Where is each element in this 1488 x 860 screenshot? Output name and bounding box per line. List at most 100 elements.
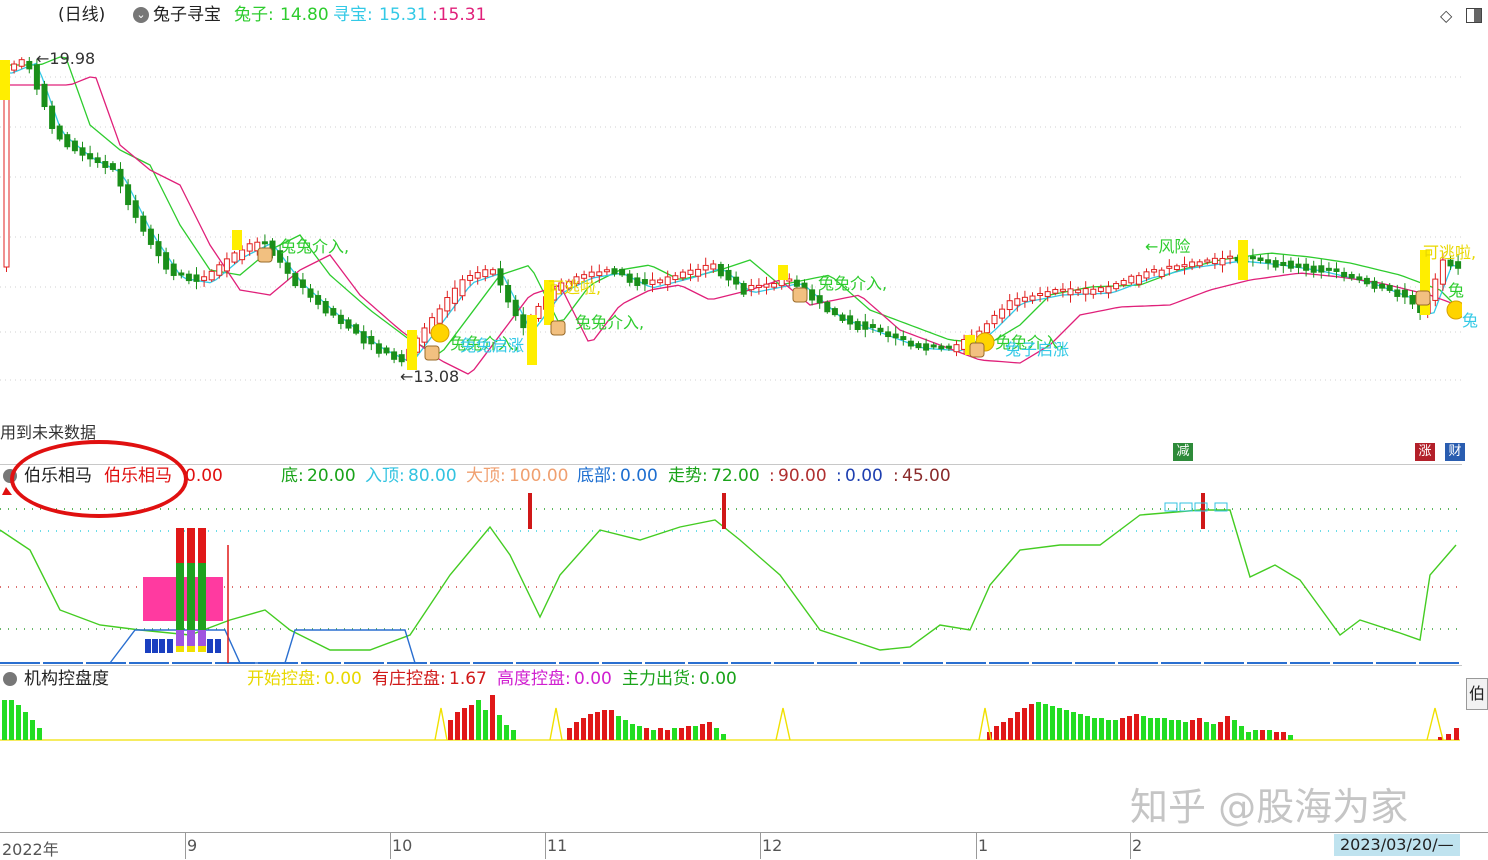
candle-body xyxy=(626,273,633,283)
control-bar xyxy=(1008,718,1013,740)
control-bar xyxy=(1225,716,1230,740)
candle-body xyxy=(315,295,322,305)
control-bar xyxy=(1446,734,1451,740)
reduce-badge[interactable]: 减 xyxy=(1173,443,1193,461)
candle-body xyxy=(1379,283,1386,289)
bole-panel[interactable] xyxy=(0,465,1462,665)
treasure-label: 寻宝: xyxy=(333,5,373,25)
signal-label: 可逃啦, xyxy=(548,278,602,297)
candle-body xyxy=(1166,265,1173,269)
bole-title-value: 0.00 xyxy=(185,466,223,486)
candle-body xyxy=(444,297,451,312)
candle-body xyxy=(193,274,200,282)
candle-body xyxy=(634,277,641,286)
control-bar xyxy=(1176,720,1181,740)
control-bar xyxy=(1085,716,1090,740)
candle-body xyxy=(748,284,755,291)
candle-body xyxy=(231,252,238,263)
side-tab-button[interactable]: 伯 xyxy=(1466,678,1488,710)
candle-body xyxy=(520,314,527,329)
candle-body xyxy=(216,264,223,276)
param-value: 1.67 xyxy=(449,669,487,689)
candle-body xyxy=(459,279,466,297)
control-bar xyxy=(9,700,14,740)
candle-body xyxy=(239,249,246,261)
candle-body xyxy=(482,269,489,278)
candle-body xyxy=(641,279,648,285)
control-bar xyxy=(1169,720,1174,740)
moving-average-line xyxy=(0,56,1459,355)
top-box xyxy=(1164,502,1178,512)
control-bar xyxy=(1260,730,1265,740)
top-box xyxy=(1179,502,1193,512)
candle-body xyxy=(1310,265,1317,273)
param-value: 0.00 xyxy=(845,466,883,486)
candle-body xyxy=(1097,287,1104,292)
control-bar xyxy=(1134,714,1139,740)
signal-bar xyxy=(0,60,10,100)
candle-body xyxy=(1021,296,1028,302)
candle-body xyxy=(109,163,116,170)
candle-body xyxy=(915,343,922,349)
candle-body xyxy=(261,241,268,245)
blue-block xyxy=(145,639,151,653)
panel-layout-icon[interactable] xyxy=(1466,8,1482,23)
signal-bar xyxy=(232,230,242,250)
signal-label: 兔子启涨 xyxy=(1005,340,1070,359)
signal-label: 兔兔介入, xyxy=(280,237,350,256)
price-chart-panel[interactable] xyxy=(0,30,1462,462)
rise-badge[interactable]: 涨 xyxy=(1415,443,1435,461)
control-bar xyxy=(602,710,607,740)
candle-body xyxy=(1014,298,1021,306)
candle-body xyxy=(1318,265,1325,273)
candle-body xyxy=(1181,264,1188,268)
control-bar xyxy=(1141,716,1146,740)
extra-value: :15.31 xyxy=(432,5,487,25)
control-bar xyxy=(714,728,719,740)
param-value: 80.00 xyxy=(408,466,457,486)
signal-bar xyxy=(778,265,788,280)
x-axis xyxy=(0,832,1488,860)
price-chart-svg xyxy=(0,56,1462,381)
hand-icon xyxy=(550,320,566,336)
candle-body xyxy=(49,105,56,129)
control-bar xyxy=(1050,706,1055,740)
candle-body xyxy=(1227,255,1234,259)
low-price-marker: ←13.08 xyxy=(400,367,460,386)
candle-body xyxy=(831,308,838,316)
diamond-icon[interactable]: ◇ xyxy=(1440,6,1452,25)
control-bar xyxy=(721,734,726,740)
indicator-name: 兔子寻宝 xyxy=(153,5,221,25)
signal-column xyxy=(176,646,184,652)
candle-body xyxy=(983,323,990,334)
control-bar xyxy=(1015,712,1020,740)
candle-body xyxy=(740,283,747,295)
signal-column xyxy=(176,630,184,646)
candle-body xyxy=(1173,265,1180,271)
axis-label-month: 1 xyxy=(978,836,989,855)
param-value: 100.00 xyxy=(509,466,569,486)
param-label: : xyxy=(836,466,842,486)
control-bar xyxy=(665,730,670,740)
period-label: (日线) xyxy=(58,5,106,25)
candle-body xyxy=(467,275,474,281)
control-bar xyxy=(1190,720,1195,740)
candle-body xyxy=(1386,285,1393,291)
signal-column xyxy=(198,646,206,652)
candle-body xyxy=(1371,280,1378,289)
signal-column xyxy=(198,563,206,631)
start-signal-triangle xyxy=(775,707,791,741)
candle-body xyxy=(18,59,25,67)
signal-bar xyxy=(527,315,537,365)
candle-body xyxy=(778,278,785,287)
blue-block xyxy=(159,639,165,653)
finance-badge[interactable]: 财 xyxy=(1445,443,1465,461)
candle-body xyxy=(1341,271,1348,278)
panel-collapse-icon[interactable] xyxy=(3,672,17,686)
candle-body xyxy=(596,271,603,277)
candle-body xyxy=(1052,289,1059,294)
control-bar xyxy=(651,730,656,740)
candle-body xyxy=(1067,288,1074,296)
candle-body xyxy=(185,273,192,282)
indicator-toggle-icon[interactable]: ⌄ xyxy=(133,7,149,23)
